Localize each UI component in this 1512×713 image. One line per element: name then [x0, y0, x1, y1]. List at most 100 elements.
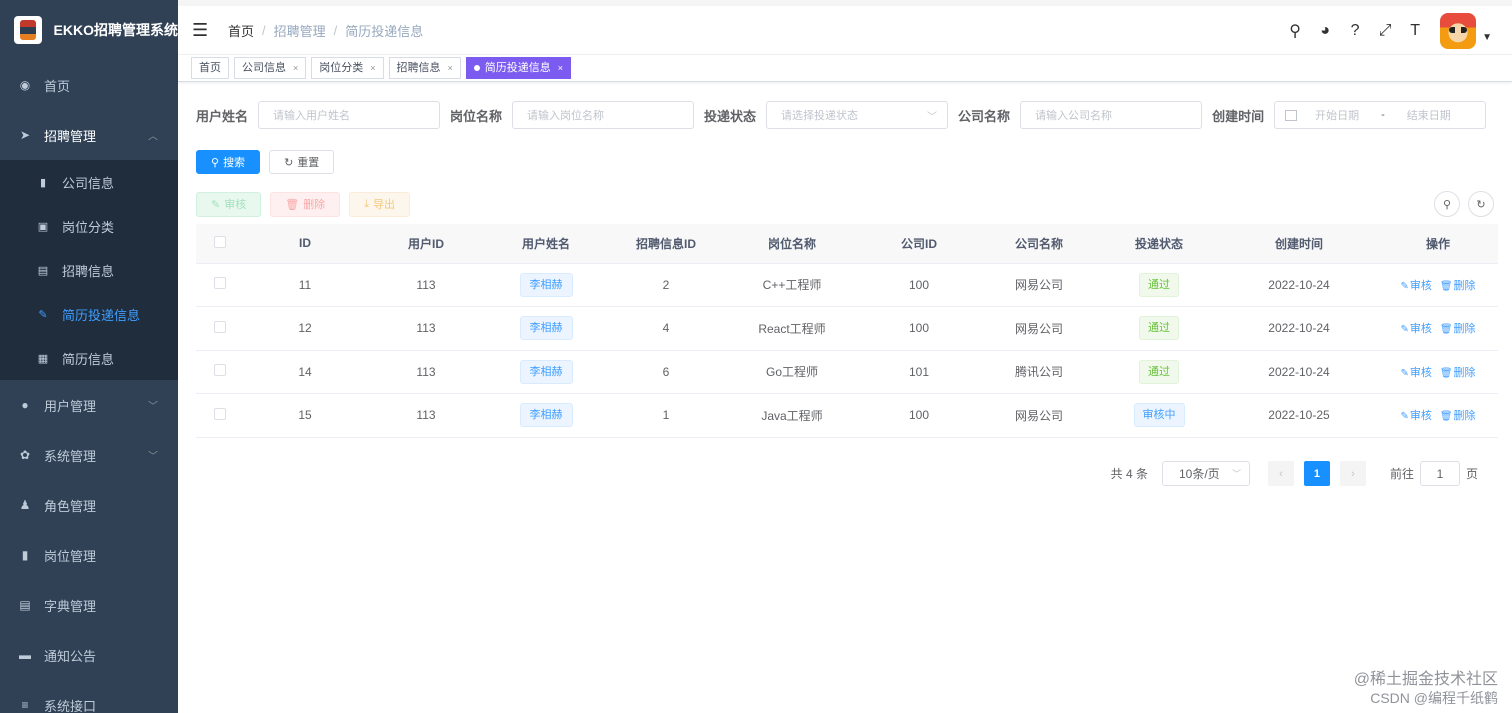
search-icon: ⚲ [211, 156, 220, 169]
hamburger-icon[interactable]: ☰ [192, 21, 210, 39]
row-audit-link[interactable]: ✎审核 [1400, 367, 1431, 379]
goto-page-input[interactable]: 1 [1419, 461, 1460, 486]
send-icon: ➤ [19, 128, 31, 142]
tag-recruit-info[interactable]: 招聘信息 × [388, 57, 461, 79]
logo-row[interactable]: EKKO招聘管理系统 [0, 0, 178, 60]
tag-resume-delivery[interactable]: 简历投递信息 × [465, 57, 572, 79]
sidebar-item-resume-delivery[interactable]: ✎ 简历投递信息 [0, 292, 178, 336]
close-icon[interactable]: × [558, 58, 563, 78]
tag-company-info[interactable]: 公司信息 × [234, 57, 307, 79]
cell-user-id: 113 [366, 393, 486, 438]
fullscreen-icon[interactable]: ⤢ [1370, 22, 1400, 40]
sidebar-item-user-mgmt[interactable]: ● 用户管理 ﹀ [0, 380, 178, 430]
watermark-line-2: CSDN @编程千纸鹤 [1370, 690, 1498, 706]
table-row[interactable]: 14 113 李相赫 6 Go工程师 101 腾讯公司 通过 2022-10-24 ✎审核 🗑删除 [196, 350, 1498, 394]
table-row[interactable]: 12 113 李相赫 4 React工程师 100 网易公司 通过 2022-10-24 ✎审核 🗑… [196, 306, 1498, 351]
sidebar-item-recruit[interactable]: ➤ 招聘管理 ︿ [0, 110, 178, 160]
cell-position: C++工程师 [726, 263, 858, 307]
column-header: 用户姓名 [486, 224, 606, 264]
submenu-recruit: ▮ 公司信息 ▣ 岗位分类 ▤ 招聘信息 ✎ 简历投递信息 ▦ 简历信息 [0, 160, 178, 380]
row-delete-link[interactable]: 🗑删除 [1440, 410, 1476, 422]
sidebar-item-system-mgmt[interactable]: ✿ 系统管理 ﹀ [0, 430, 178, 480]
avatar[interactable] [1440, 12, 1477, 49]
app-root: EKKO招聘管理系统 ◉ 首页 ➤ 招聘管理 ︿ ▮ 公司信息 ▣ 岗位分类 ▤… [0, 0, 1512, 713]
close-icon[interactable]: × [448, 58, 453, 78]
close-icon[interactable]: × [370, 58, 375, 78]
next-page-button[interactable]: › [1339, 461, 1366, 486]
tag-home[interactable]: 首页 [191, 57, 229, 79]
text-size-icon[interactable]: T [1400, 22, 1430, 40]
date-range-picker[interactable]: 开始日期 - 结束日期 [1274, 101, 1487, 129]
position-input[interactable]: 请输入岗位名称 [512, 101, 695, 129]
cell-actions: ✎审核 🗑删除 [1378, 350, 1498, 394]
row-delete-link[interactable]: 🗑删除 [1440, 280, 1476, 292]
row-audit-link[interactable]: ✎审核 [1400, 323, 1431, 335]
search-icon[interactable]: ⚲ [1280, 21, 1310, 41]
sidebar-item-label: 招聘信息 [62, 263, 115, 279]
breadcrumb-item: 招聘管理 [273, 23, 326, 39]
sidebar-item-resume-info[interactable]: ▦ 简历信息 [0, 336, 178, 380]
sidebar-item-api[interactable]: ≡ 系统接口 [0, 680, 178, 713]
sidebar-item-label: 系统管理 [44, 448, 97, 464]
content: 用户姓名 请输入用户姓名 岗位名称 请输入岗位名称 投递状态 请选择投递状态 ﹀… [178, 82, 1512, 487]
cell-position: React工程师 [726, 306, 858, 351]
row-delete-link[interactable]: 🗑删除 [1440, 323, 1476, 335]
cell-position: Java工程师 [726, 393, 858, 438]
page-number-current[interactable]: 1 [1303, 461, 1330, 486]
page-size-select[interactable]: 10条/页 ﹀ [1161, 461, 1250, 486]
row-checkbox[interactable] [214, 320, 226, 333]
company-input[interactable]: 请输入公司名称 [1020, 101, 1203, 129]
tag-job-category[interactable]: 岗位分类 × [311, 57, 384, 79]
table-row[interactable]: 11 113 李相赫 2 C++工程师 100 网易公司 通过 2022-10-24 ✎审核 🗑删除 [196, 263, 1498, 307]
delete-button[interactable]: 🗑 删除 [270, 191, 341, 217]
sidebar-item-dict-mgmt[interactable]: ▤ 字典管理 [0, 580, 178, 630]
toggle-search-icon[interactable]: ⚲ [1434, 191, 1460, 217]
table-body: 11 113 李相赫 2 C++工程师 100 网易公司 通过 2022-10-24 ✎审核 🗑删除… [196, 263, 1498, 438]
cell-company: 网易公司 [980, 306, 1098, 351]
sidebar-item-label: 首页 [44, 78, 71, 94]
username-input[interactable]: 请输入用户姓名 [258, 101, 441, 129]
breadcrumb-item[interactable]: 首页 [228, 21, 254, 40]
cell-company: 腾讯公司 [980, 350, 1098, 394]
row-delete-link[interactable]: 🗑删除 [1440, 367, 1476, 379]
sidebar-item-company-info[interactable]: ▮ 公司信息 [0, 160, 178, 204]
navbar: ☰ 首页 / 招聘管理 / 简历投递信息 ⚲ ◕ ? ⤢ T ▼ [178, 0, 1512, 55]
sidebar-item-post-mgmt[interactable]: ▮ 岗位管理 [0, 530, 178, 580]
breadcrumb-separator: / [262, 22, 266, 38]
caret-down-icon[interactable]: ▼ [1482, 32, 1492, 43]
row-checkbox[interactable] [214, 277, 226, 290]
row-audit-link[interactable]: ✎审核 [1400, 280, 1431, 292]
sidebar-item-home[interactable]: ◉ 首页 [0, 60, 178, 110]
user-icon: ● [21, 398, 29, 412]
row-audit-link[interactable]: ✎审核 [1400, 410, 1431, 422]
calendar-icon [1285, 109, 1298, 121]
chevron-down-icon: ﹀ [1231, 469, 1241, 479]
status-select[interactable]: 请选择投递状态 ﹀ [766, 101, 949, 129]
chevron-down-icon: ﹀ [148, 401, 158, 413]
gear-icon: ✿ [19, 448, 31, 462]
table-row[interactable]: 15 113 李相赫 1 Java工程师 100 网易公司 审核中 2022-10-25 ✎审核 🗑… [196, 393, 1498, 438]
github-icon[interactable]: ◕ [1310, 22, 1340, 40]
sidebar-item-label: 岗位管理 [44, 548, 97, 564]
row-checkbox[interactable] [214, 407, 226, 420]
sidebar-item-notice[interactable]: ▬ 通知公告 [0, 630, 178, 680]
row-checkbox[interactable] [214, 364, 226, 377]
search-form: 用户姓名 请输入用户姓名 岗位名称 请输入岗位名称 投递状态 请选择投递状态 ﹀… [196, 100, 1494, 130]
prev-page-button[interactable]: ‹ [1267, 461, 1294, 486]
refresh-icon[interactable]: ↻ [1468, 191, 1494, 217]
help-icon[interactable]: ? [1340, 22, 1370, 40]
search-button[interactable]: ⚲ 搜索 [196, 150, 261, 174]
sidebar-item-role-mgmt[interactable]: ♟ 角色管理 [0, 480, 178, 530]
watermark: @稀土掘金技术社区 CSDN @编程千纸鹤 [1354, 671, 1498, 707]
close-icon[interactable]: × [293, 58, 298, 78]
edit-icon: ✎ [1400, 324, 1409, 336]
sidebar-item-job-category[interactable]: ▣ 岗位分类 [0, 204, 178, 248]
start-date-placeholder[interactable]: 开始日期 [1315, 107, 1359, 123]
reset-button[interactable]: ↻ 重置 [269, 150, 335, 174]
sidebar-item-label: 简历信息 [62, 351, 115, 367]
end-date-placeholder[interactable]: 结束日期 [1407, 107, 1451, 123]
select-all-checkbox[interactable] [214, 235, 226, 248]
sidebar-item-recruit-info[interactable]: ▤ 招聘信息 [0, 248, 178, 292]
export-button[interactable]: ⤓ 导出 [349, 191, 411, 217]
audit-button[interactable]: ✎ 审核 [196, 191, 262, 217]
